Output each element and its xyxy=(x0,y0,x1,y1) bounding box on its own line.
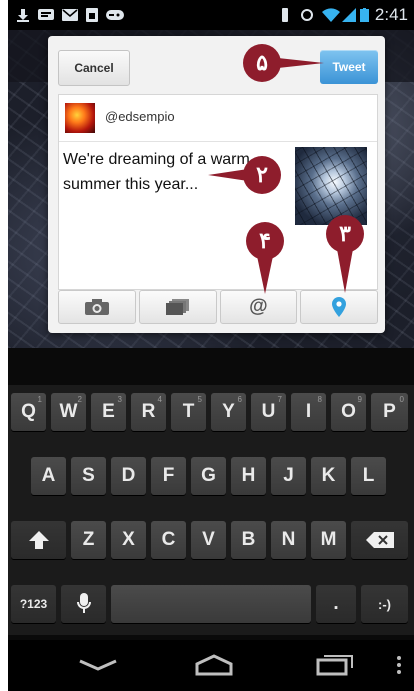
key-k[interactable]: K xyxy=(311,457,346,495)
vibrate-icon xyxy=(282,8,288,22)
callout-text-pointer xyxy=(208,169,248,181)
cancel-button[interactable]: Cancel xyxy=(58,50,130,86)
gamepad-icon xyxy=(106,10,124,20)
menu-icon[interactable] xyxy=(396,655,402,675)
compose-toolbar: @ xyxy=(58,290,378,324)
key-f[interactable]: F xyxy=(151,457,186,495)
backspace-key[interactable] xyxy=(351,521,408,559)
key-q[interactable]: Q1 xyxy=(11,393,46,431)
callout-text: ۲ xyxy=(243,156,281,194)
key-n[interactable]: N xyxy=(271,521,306,559)
callout-tweet-pointer xyxy=(278,58,324,68)
callout-tweet: ۵ xyxy=(243,44,281,82)
key-s[interactable]: S xyxy=(71,457,106,495)
key-v[interactable]: V xyxy=(191,521,226,559)
back-icon[interactable] xyxy=(78,658,118,672)
battery-icon xyxy=(360,8,369,22)
key-i[interactable]: I8 xyxy=(291,393,326,431)
smiley-key[interactable]: :-) xyxy=(361,585,408,623)
callout-location: ۳ xyxy=(326,215,364,253)
attached-photo-thumbnail[interactable] xyxy=(295,147,367,225)
soft-keyboard: Q1 W2 E3 R4 T5 Y6 U7 I8 O9 P0 A S D F G … xyxy=(8,385,414,635)
key-l[interactable]: L xyxy=(351,457,386,495)
location-pin-icon xyxy=(332,297,347,317)
recent-apps-icon[interactable] xyxy=(316,654,354,676)
key-e[interactable]: E3 xyxy=(91,393,126,431)
gallery-button[interactable] xyxy=(138,290,217,324)
clock: 2:41 xyxy=(374,5,408,24)
home-icon[interactable] xyxy=(194,654,234,676)
key-m[interactable]: M xyxy=(311,521,346,559)
callout-mention: ۴ xyxy=(246,222,284,260)
key-d[interactable]: D xyxy=(111,457,146,495)
wifi-icon xyxy=(322,8,340,22)
key-z[interactable]: Z xyxy=(71,521,106,559)
key-g[interactable]: G xyxy=(191,457,226,495)
email-icon xyxy=(62,9,78,21)
callout-location-pointer xyxy=(337,249,353,293)
space-key[interactable] xyxy=(111,585,311,623)
shift-key[interactable] xyxy=(11,521,66,559)
mention-icon: @ xyxy=(249,296,268,317)
key-y[interactable]: Y6 xyxy=(211,393,246,431)
key-w[interactable]: W2 xyxy=(51,393,86,431)
key-u[interactable]: U7 xyxy=(251,393,286,431)
period-key[interactable]: . xyxy=(316,585,356,623)
avatar xyxy=(65,103,95,133)
key-h[interactable]: H xyxy=(231,457,266,495)
download-icon xyxy=(17,9,29,22)
sim-icon xyxy=(86,8,98,22)
camera-icon xyxy=(84,299,109,315)
key-p[interactable]: P0 xyxy=(371,393,408,431)
key-a[interactable]: A xyxy=(31,457,66,495)
compose-area: @edsempio We're dreaming of a warm summe… xyxy=(58,94,378,290)
callout-mention-pointer xyxy=(257,256,273,294)
key-r[interactable]: R4 xyxy=(131,393,166,431)
shift-arrow-icon xyxy=(28,531,49,549)
phone-screen: 2:41 Cancel Tweet @edsempio We're dreami… xyxy=(8,0,414,691)
microphone-icon xyxy=(76,593,91,613)
status-bar: 2:41 xyxy=(8,0,414,30)
gallery-icon xyxy=(165,299,189,315)
tweet-button[interactable]: Tweet xyxy=(320,50,378,84)
navigation-bar xyxy=(8,640,414,691)
key-x[interactable]: X xyxy=(111,521,146,559)
signal-icon xyxy=(342,8,356,22)
key-b[interactable]: B xyxy=(231,521,266,559)
key-t[interactable]: T5 xyxy=(171,393,206,431)
sync-icon xyxy=(301,9,313,21)
key-j[interactable]: J xyxy=(271,457,306,495)
key-c[interactable]: C xyxy=(151,521,186,559)
camera-button[interactable] xyxy=(58,290,136,324)
location-button[interactable] xyxy=(300,290,378,324)
symbols-key[interactable]: ?123 xyxy=(11,585,56,623)
sms-icon xyxy=(38,9,54,20)
key-o[interactable]: O9 xyxy=(331,393,366,431)
backspace-icon xyxy=(365,532,394,548)
account-handle: @edsempio xyxy=(105,109,175,124)
divider xyxy=(59,141,377,142)
voice-input-key[interactable] xyxy=(61,585,106,623)
